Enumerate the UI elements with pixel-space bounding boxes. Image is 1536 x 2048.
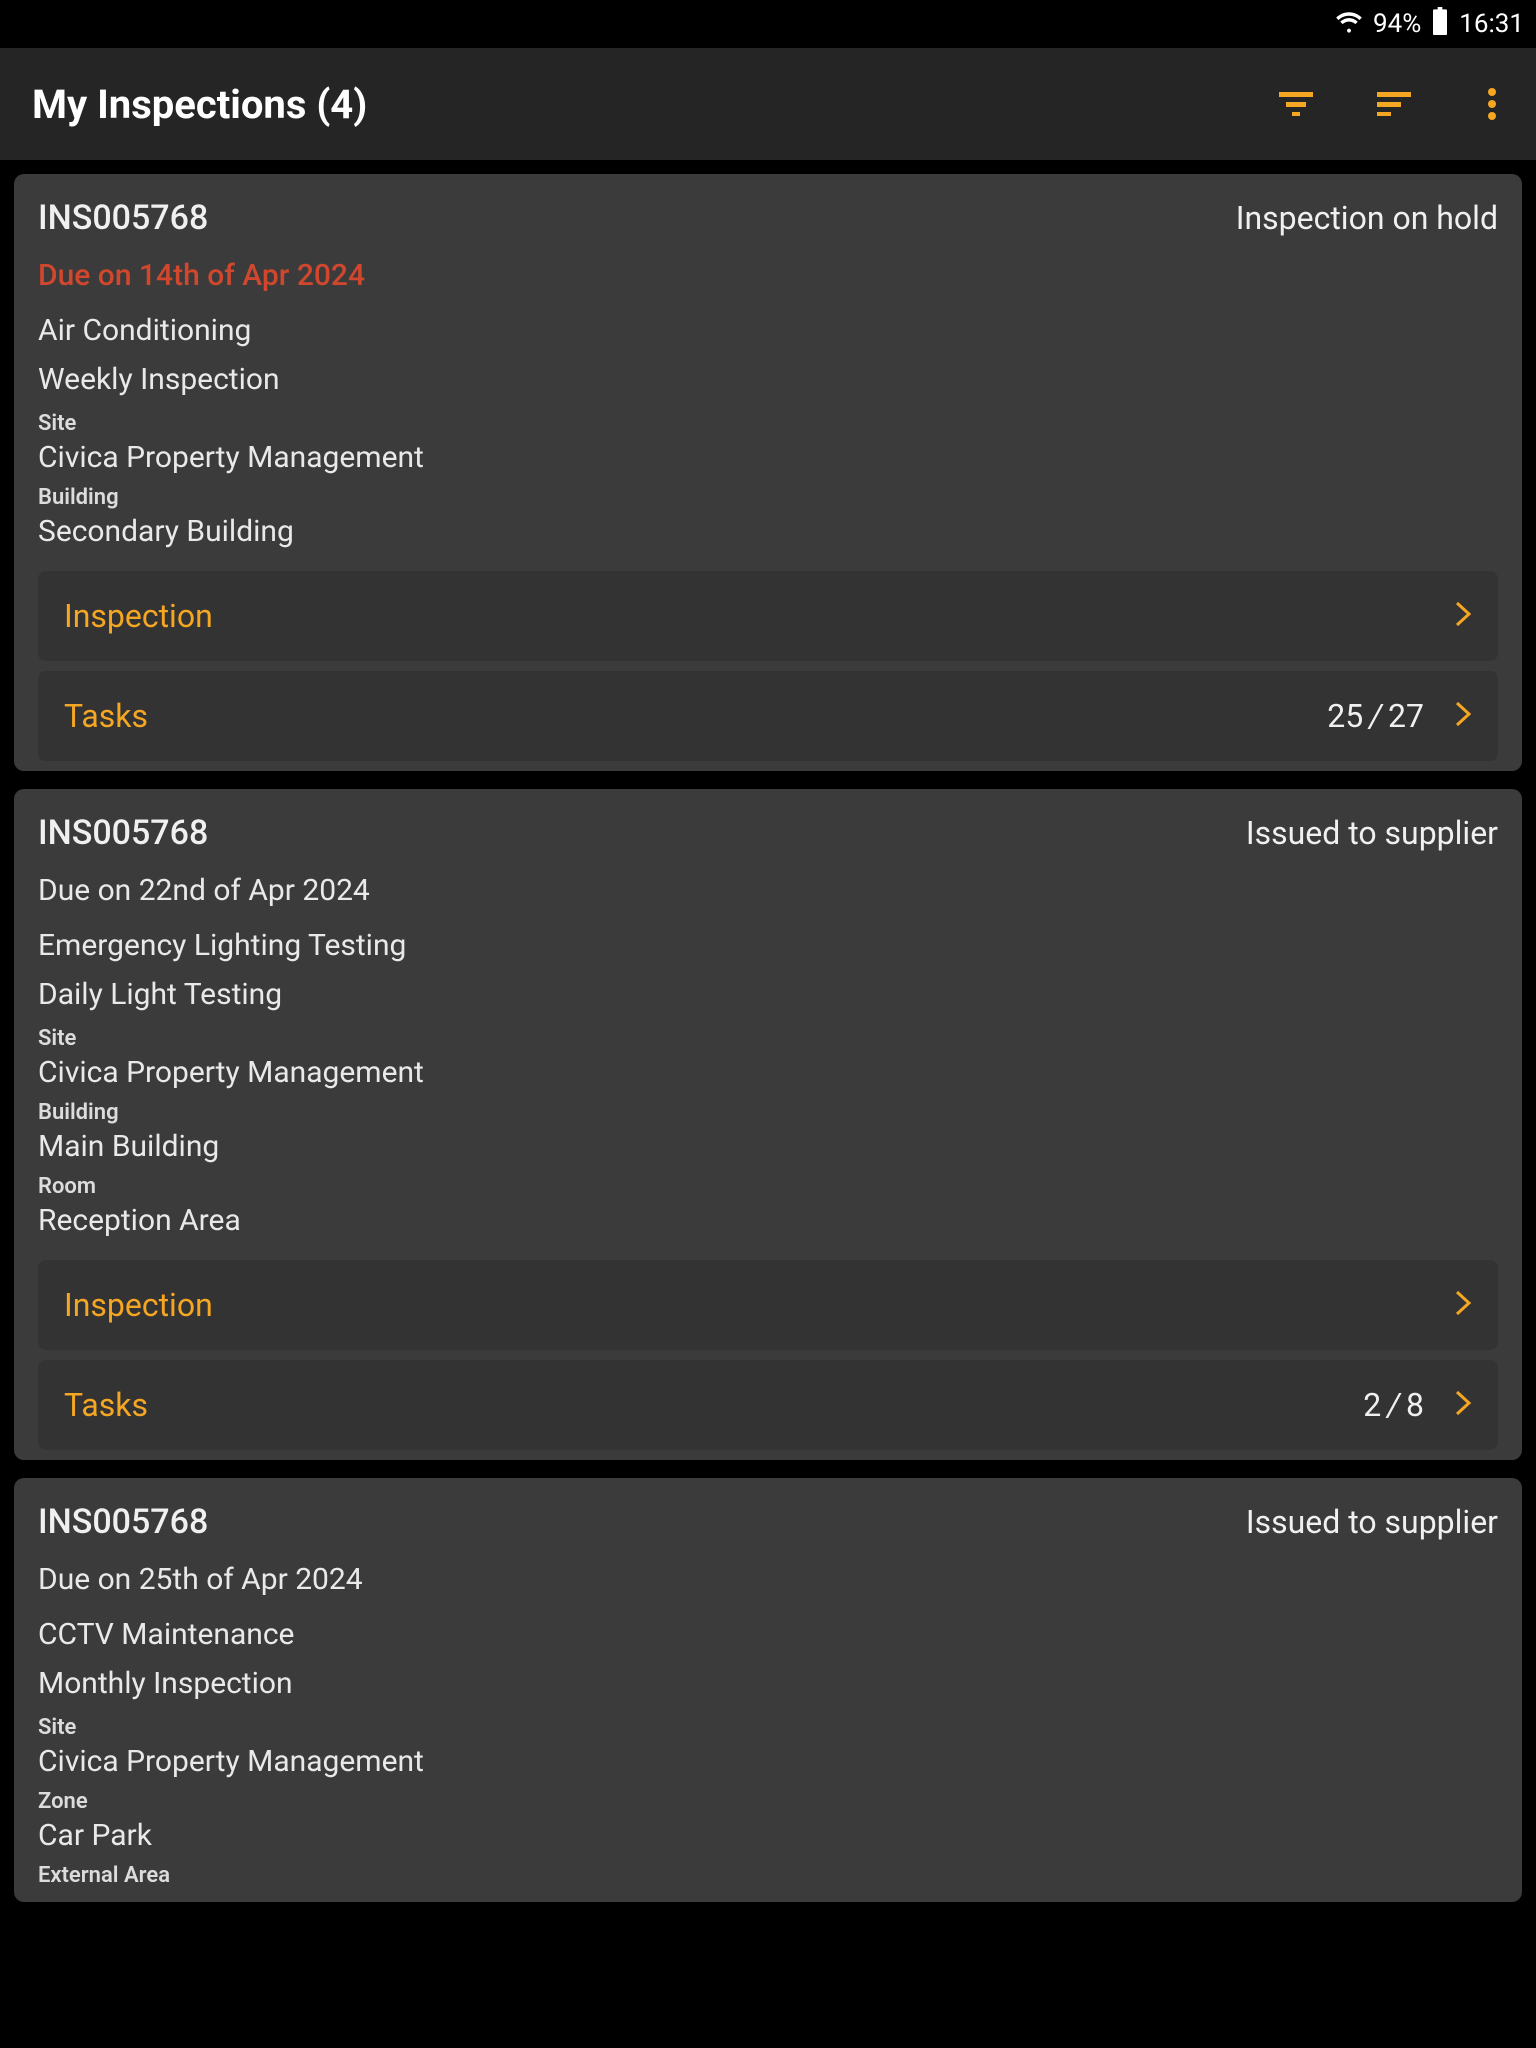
wifi-icon (1335, 7, 1363, 42)
due-date: Due on 25th of Apr 2024 (38, 1562, 1498, 1597)
overflow-menu-icon[interactable] (1472, 84, 1512, 124)
inspection-type: Monthly Inspection (38, 1666, 1498, 1701)
zone-label: Zone (38, 1789, 1498, 1814)
building-value: Secondary Building (38, 514, 1498, 549)
tasks-count: 25/27 (1327, 697, 1424, 735)
inspection-status: Issued to supplier (1246, 1503, 1498, 1541)
chevron-right-icon (1454, 700, 1472, 732)
site-label: Site (38, 1715, 1498, 1740)
tasks-count: 2/8 (1363, 1386, 1424, 1424)
battery-percent: 94% (1373, 9, 1421, 39)
room-label: Room (38, 1174, 1498, 1199)
inspection-id: INS005768 (38, 1502, 208, 1542)
inspection-id: INS005768 (38, 813, 208, 853)
inspection-status: Inspection on hold (1236, 199, 1498, 237)
due-date: Due on 22nd of Apr 2024 (38, 873, 1498, 908)
app-bar: My Inspections (4) (0, 48, 1536, 160)
status-bar: 94% 16:31 (0, 0, 1536, 48)
building-label: Building (38, 1100, 1498, 1125)
chevron-right-icon (1454, 1389, 1472, 1421)
tasks-row-button[interactable]: Tasks 2/8 (38, 1360, 1498, 1450)
chevron-right-icon (1454, 600, 1472, 632)
inspection-card[interactable]: INS005768 Issued to supplier Due on 25th… (14, 1478, 1522, 1902)
building-value: Main Building (38, 1129, 1498, 1164)
inspection-id: INS005768 (38, 198, 208, 238)
filter-icon[interactable] (1276, 84, 1316, 124)
inspection-row-button[interactable]: Inspection (38, 571, 1498, 661)
page-title: My Inspections (4) (32, 81, 367, 128)
zone-value: Car Park (38, 1818, 1498, 1853)
site-label: Site (38, 411, 1498, 436)
room-value: Reception Area (38, 1203, 1498, 1238)
external-area-label: External Area (38, 1863, 1498, 1888)
site-value: Civica Property Management (38, 1055, 1498, 1090)
tasks-row-label: Tasks (64, 1386, 148, 1424)
inspection-row-label: Inspection (64, 597, 213, 635)
inspection-status: Issued to supplier (1246, 814, 1498, 852)
site-value: Civica Property Management (38, 1744, 1498, 1779)
inspection-row-button[interactable]: Inspection (38, 1260, 1498, 1350)
building-label: Building (38, 485, 1498, 510)
battery-icon (1431, 7, 1449, 42)
asset-type: Emergency Lighting Testing (38, 928, 1498, 963)
sort-icon[interactable] (1374, 84, 1414, 124)
inspection-row-label: Inspection (64, 1286, 213, 1324)
site-value: Civica Property Management (38, 440, 1498, 475)
clock-time: 16:31 (1459, 9, 1524, 39)
asset-type: CCTV Maintenance (38, 1617, 1498, 1652)
inspection-type: Daily Light Testing (38, 977, 1498, 1012)
site-label: Site (38, 1026, 1498, 1051)
asset-type: Air Conditioning (38, 313, 1498, 348)
inspection-card[interactable]: INS005768 Inspection on hold Due on 14th… (14, 174, 1522, 771)
tasks-row-label: Tasks (64, 697, 148, 735)
inspection-type: Weekly Inspection (38, 362, 1498, 397)
inspection-list[interactable]: INS005768 Inspection on hold Due on 14th… (0, 160, 1536, 2048)
inspection-card[interactable]: INS005768 Issued to supplier Due on 22nd… (14, 789, 1522, 1460)
due-date: Due on 14th of Apr 2024 (38, 258, 1498, 293)
chevron-right-icon (1454, 1289, 1472, 1321)
tasks-row-button[interactable]: Tasks 25/27 (38, 671, 1498, 761)
